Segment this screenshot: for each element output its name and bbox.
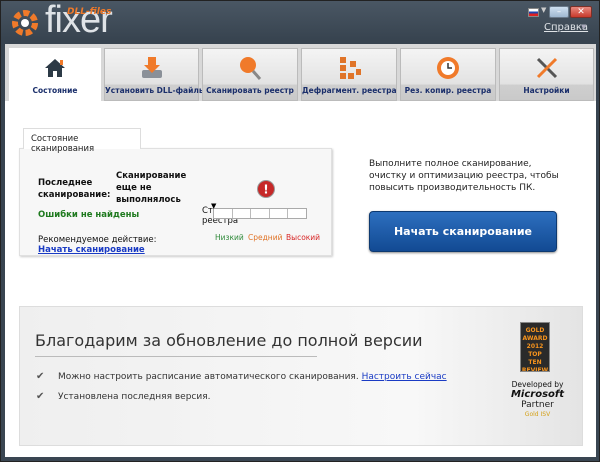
tab-status[interactable]: Состояние	[9, 48, 101, 104]
version-status: Установлена последняя версия.	[58, 392, 211, 402]
severity-mid: Средний	[248, 233, 283, 242]
ms-gold: Gold ISV	[524, 411, 551, 418]
svg-text:!: !	[263, 183, 268, 197]
home-icon	[45, 59, 65, 77]
ms-name: Microsoft	[510, 389, 565, 400]
last-scan-value: Сканирование еще не выполнялось	[116, 171, 187, 205]
content-area: Последнее сканирование: Сканирование еще…	[5, 101, 596, 457]
tab-bar: Состояние Установить DLL-файлы Сканирова…	[5, 44, 596, 104]
severity-low: Низкий	[215, 233, 244, 242]
magnifier-icon	[240, 57, 262, 80]
minimize-button[interactable]: –	[549, 6, 569, 18]
last-scan-label: Последнее сканирование:	[38, 178, 111, 200]
scan-description: Выполните полное сканирование, очистку и…	[369, 159, 559, 193]
start-scan-button[interactable]: Начать сканирование	[369, 211, 557, 252]
tab-label: Дефрагмент. реестра	[302, 86, 397, 95]
top-ten-award-badge: GOLD AWARD 2012 TOP TEN REVIEWS	[520, 322, 550, 372]
ms-partner: Partner	[521, 400, 554, 410]
check-icon: ✔	[36, 371, 45, 382]
warning-icon: !	[257, 180, 275, 198]
start-scan-link[interactable]: Начать сканирование	[38, 245, 145, 255]
download-drive-icon	[141, 57, 162, 78]
schedule-text: Можно настроить расписание автоматическо…	[58, 372, 359, 382]
severity-meter	[213, 208, 307, 219]
thanks-heading: Благодарим за обновление до полной верси…	[35, 331, 423, 350]
clock-backup-icon	[437, 57, 459, 79]
divider	[35, 356, 317, 357]
upgrade-panel: Благодарим за обновление до полной верси…	[19, 306, 583, 446]
severity-pointer-icon: ▼	[211, 202, 217, 210]
errors-status: Ошибки не найдены	[38, 210, 140, 220]
tools-icon	[536, 57, 557, 79]
severity-high: Высокий	[286, 233, 321, 242]
tab-scan-registry[interactable]: Сканировать реестр	[202, 48, 298, 101]
scan-status-tab: Состояние сканирования	[23, 128, 141, 154]
tab-label: Сканировать реестр	[206, 86, 294, 95]
tab-install-dll[interactable]: Установить DLL-файлы	[104, 48, 206, 101]
tab-label: Состояние	[32, 86, 78, 95]
defrag-blocks-icon	[340, 57, 361, 79]
tab-backup[interactable]: Рез. копир. реестра	[400, 48, 496, 101]
gear-logo-icon	[12, 10, 38, 36]
recommended-label: Рекомендуемое действие:	[38, 235, 157, 245]
microsoft-partner-logo: Developed by Microsoft Partner Gold ISV	[490, 380, 585, 420]
chevron-down-icon[interactable]: ▼	[581, 23, 586, 31]
tab-label: Установить DLL-файлы	[105, 86, 206, 95]
close-button[interactable]: ✕	[570, 6, 592, 18]
tab-label: Рез. копир. реестра	[404, 86, 492, 95]
tab-settings[interactable]: Настройки	[499, 48, 594, 101]
chevron-down-icon[interactable]: ▼	[541, 6, 546, 14]
tab-label: Настройки	[523, 86, 570, 95]
app-window: fixer DLL-files ▼ – ✕ Справка ▼ Состояни…	[0, 0, 600, 462]
configure-now-link[interactable]: Настроить сейчас	[362, 372, 447, 382]
check-icon: ✔	[36, 391, 45, 402]
logo-subtext: DLL-files	[67, 7, 112, 17]
schedule-item: Можно настроить расписание автоматическо…	[58, 372, 447, 382]
tab-defrag[interactable]: Дефрагмент. реестра	[301, 48, 397, 101]
language-flag-icon[interactable]	[528, 8, 539, 17]
